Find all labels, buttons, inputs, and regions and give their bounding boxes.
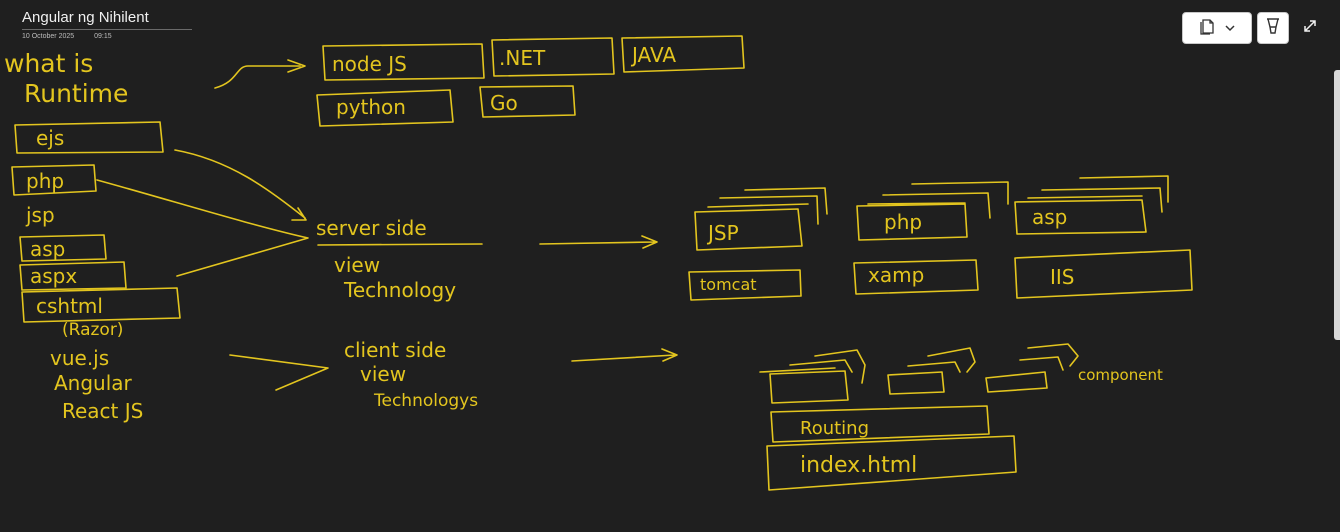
ink-server-view: view — [334, 253, 380, 277]
ink-angular: Angular — [54, 371, 133, 395]
ink-client-side: client side — [344, 338, 446, 362]
ink-nodejs: node JS — [332, 52, 407, 76]
ink-go: Go — [490, 91, 518, 115]
ink-reactjs: React JS — [62, 399, 143, 423]
ink-server-side: server side — [316, 216, 427, 240]
ink-xamp: xamp — [868, 263, 924, 287]
ink-box-jsp: JSP — [706, 221, 739, 245]
ink-box-asp: asp — [1032, 205, 1067, 229]
ink-client-technologys: Technologys — [373, 391, 478, 411]
ink-box-php: php — [884, 210, 922, 234]
ink-vuejs: vue.js — [50, 346, 109, 370]
ink-routing: Routing — [800, 418, 869, 439]
ink-index-html: index.html — [800, 453, 917, 478]
ink-php: php — [26, 169, 64, 193]
ink-client-view: view — [360, 362, 406, 386]
ink-jsp: jsp — [25, 203, 55, 227]
ink-canvas[interactable]: what is Runtime node JS .NET JAVA python… — [0, 0, 1340, 532]
ink-ejs: ejs — [36, 126, 64, 150]
ink-runtime: Runtime — [24, 79, 128, 108]
ink-tomcat: tomcat — [700, 275, 757, 294]
ink-iis: IIS — [1050, 265, 1075, 289]
ink-server-technology: Technology — [343, 278, 456, 302]
ink-aspx: aspx — [30, 264, 77, 288]
ink-asp: asp — [30, 237, 65, 261]
ink-python: python — [336, 95, 406, 119]
ink-java: JAVA — [630, 43, 676, 67]
ink-dotnet: .NET — [499, 46, 546, 70]
ink-what-is: what is — [4, 49, 93, 78]
ink-cshtml: cshtml — [36, 294, 103, 318]
ink-component: component — [1078, 366, 1163, 384]
ink-razor: (Razor) — [62, 320, 123, 340]
